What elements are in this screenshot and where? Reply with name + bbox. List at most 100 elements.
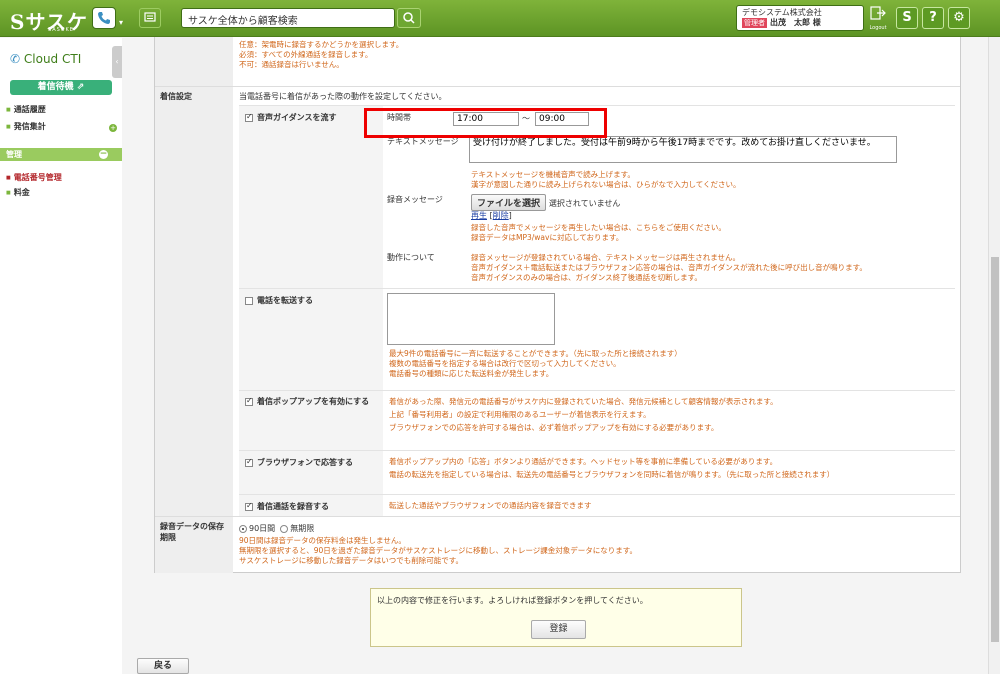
- text-message-notes: テキストメッセージを機械音声で読み上げます。 漢字が意図した通りに読み上げられな…: [471, 170, 741, 190]
- expand-icon[interactable]: +: [109, 124, 117, 132]
- register-button[interactable]: 登録: [531, 620, 586, 639]
- incoming-popup-checkbox-label[interactable]: 着信ポップアップを有効にする: [245, 396, 369, 407]
- note-line: 音声ガイダンス＋電話転送またはブラウザフォン応答の場合は、音声ガイダンスが流れた…: [471, 263, 867, 272]
- search-button[interactable]: [397, 8, 421, 28]
- record-incoming-checkbox[interactable]: [245, 501, 253, 511]
- retention-unlimited-label[interactable]: 無期限: [290, 524, 314, 533]
- note-line: 電話の転送先を指定している場合は、転送先の電話番号とブラウザフォンを同時に着信が…: [389, 470, 835, 479]
- recorded-message-notes: 録音した音声でメッセージを再生したい場合は、こちらをご使用ください。 録音データ…: [471, 223, 726, 243]
- cti-phone-button[interactable]: [92, 7, 116, 29]
- phone-icon: [98, 12, 110, 24]
- note-line: 着信ポップアップ内の「応答」ボタンより通話ができます。ヘッドセット等を事前に準備…: [389, 457, 778, 466]
- logout-button[interactable]: Logout: [867, 5, 889, 31]
- confirm-message: 以上の内容で修正を行います。よろしければ登録ボタンを押してください。: [377, 596, 648, 605]
- retention-unlimited-radio[interactable]: [280, 524, 289, 533]
- sidebar-section-admin[interactable]: 管理 −: [0, 148, 122, 161]
- recorded-message-label: 録音メッセージ: [387, 195, 443, 204]
- top-bar: Sサスケ SASUKE ▾ サスケ全体から顧客検索 デモシステム株式会社 管理者…: [0, 0, 1000, 37]
- choose-file-button[interactable]: ファイルを選択: [471, 194, 547, 211]
- chevron-down-icon[interactable]: ▾: [119, 18, 123, 27]
- recording-mode-row: 任意：架電時に録音するかどうかを選択します。 必須：すべての外線通話を録音します…: [155, 37, 960, 87]
- sidebar-item-phone-number-management[interactable]: 電話番号管理: [6, 172, 62, 183]
- browserphone-checkbox[interactable]: [245, 457, 253, 467]
- call-transfer-block: 電話を転送する 最大9件の電話番号に一斉に転送することができます。（先に取った所…: [239, 288, 955, 390]
- user-info[interactable]: デモシステム株式会社 管理者 出茂 太郎 様: [736, 5, 864, 31]
- company-name: デモシステム株式会社: [742, 8, 822, 17]
- collapse-sidebar-button[interactable]: ‹: [112, 46, 122, 78]
- chat-icon[interactable]: [139, 8, 161, 28]
- note-line: 不可：通話録音は行いません。: [239, 60, 344, 69]
- call-transfer-label: 電話を転送する: [257, 296, 313, 305]
- transfer-notes: 最大9件の電話番号に一斉に転送することができます。（先に取った所と接続されます）…: [389, 349, 682, 379]
- voice-guidance-label: 音声ガイダンスを流す: [257, 113, 337, 122]
- incoming-popup-label-cell: 着信ポップアップを有効にする: [239, 391, 383, 450]
- note-line: 録音した音声でメッセージを再生したい場合は、こちらをご使用ください。: [471, 223, 726, 232]
- behavior-label: 動作について: [387, 253, 435, 262]
- role-badge: 管理者: [742, 18, 767, 28]
- status-standby-button[interactable]: 着信待機 ⇗: [10, 80, 112, 95]
- note-line: 90日間は録音データの保存料金は発生しません。: [239, 536, 406, 545]
- gear-icon[interactable]: ⚙: [948, 7, 970, 29]
- play-delete-links: 再生 [削除]: [471, 211, 512, 220]
- transfer-numbers-textarea[interactable]: [387, 293, 555, 345]
- user-name: 出茂 太郎 様: [770, 18, 821, 27]
- logout-icon: [870, 6, 886, 20]
- note-line: 必須：すべての外線通話を録音します。: [239, 50, 373, 59]
- recording-mode-notes: 任意：架電時に録音するかどうかを選択します。 必須：すべての外線通話を録音します…: [239, 40, 403, 70]
- help-icon[interactable]: ?: [922, 7, 944, 29]
- search-icon: [403, 12, 415, 24]
- page-scrollbar[interactable]: [988, 37, 1000, 674]
- retention-row: 録音データの保存 期限 90日間 無期限 90日間は録音データの保存料金は発生し…: [155, 517, 960, 573]
- call-transfer-checkbox-label[interactable]: 電話を転送する: [245, 295, 313, 306]
- sidebar-item-call-stats[interactable]: 発信集計: [6, 121, 46, 132]
- scrollbar-thumb[interactable]: [991, 257, 999, 642]
- incoming-settings-desc: 当電話番号に着信があった際の動作を設定してください。: [239, 92, 447, 101]
- retention-label-line1: 録音データの保存: [160, 522, 224, 531]
- sidebar-item-call-history[interactable]: 通話履歴: [6, 104, 46, 115]
- retention-notes: 90日間は録音データの保存料金は発生しません。 無期限を選択すると、90日を過ぎ…: [239, 536, 637, 566]
- note-line: テキストメッセージを機械音声で読み上げます。: [471, 170, 635, 179]
- delete-link[interactable]: 削除: [493, 211, 509, 220]
- incoming-popup-label: 着信ポップアップを有効にする: [257, 397, 370, 406]
- confirm-box: 以上の内容で修正を行います。よろしければ登録ボタンを押してください。 登録: [370, 588, 742, 647]
- note-line: 任意：架電時に録音するかどうかを選択します。: [239, 40, 404, 49]
- status-label: 着信待機: [37, 82, 74, 92]
- time-range-highlight: [364, 108, 607, 138]
- call-transfer-checkbox[interactable]: [245, 296, 253, 305]
- popout-icon: ⇗: [76, 82, 85, 92]
- sidebar: ✆ Cloud CTI ‹ 着信待機 ⇗ 通話履歴 発信集計 + 管理 − 電話番…: [0, 38, 122, 674]
- record-incoming-note: 転送した通話やブラウザフォンでの通話内容を録音できます: [389, 501, 592, 510]
- sidebar-item-billing[interactable]: 料金: [6, 187, 30, 198]
- browserphone-checkbox-label[interactable]: ブラウザフォンで応答する: [245, 457, 353, 468]
- play-link[interactable]: 再生: [471, 211, 487, 220]
- voice-guidance-checkbox[interactable]: [245, 112, 253, 122]
- browserphone-label: ブラウザフォンで応答する: [257, 458, 353, 467]
- incoming-settings-label: 着信設定: [155, 87, 233, 516]
- note-line: 漢字が意図した通りに読み上げられない場合は、ひらがなで入力してください。: [471, 180, 741, 189]
- note-line: 最大9件の電話番号に一斉に転送することができます。（先に取った所と接続されます）: [389, 349, 682, 358]
- browserphone-notes: 着信ポップアップ内の「応答」ボタンより通話ができます。ヘッドセット等を事前に準備…: [389, 457, 834, 480]
- incoming-popup-block: 着信ポップアップを有効にする 着信があった際、発信元の電話番号がサスケ内に登録さ…: [239, 390, 955, 450]
- behavior-notes: 録音メッセージが登録されている場合、テキストメッセージは再生されません。 音声ガ…: [471, 253, 867, 283]
- call-transfer-label-cell: 電話を転送する: [239, 289, 383, 390]
- incoming-popup-checkbox[interactable]: [245, 396, 253, 406]
- retention-90days-radio[interactable]: [239, 524, 247, 533]
- retention-label-cell: 録音データの保存 期限: [155, 517, 233, 573]
- retention-90days-label[interactable]: 90日間: [249, 524, 275, 533]
- record-incoming-checkbox-label[interactable]: 着信通話を録音する: [245, 501, 329, 512]
- customer-search-input[interactable]: サスケ全体から顧客検索: [181, 8, 395, 28]
- text-message-textarea[interactable]: 受け付けが終了しました。受付は午前9時から午後17時までです。改めてお掛け直しく…: [469, 136, 897, 163]
- logo-subtitle: SASUKE: [48, 27, 74, 33]
- record-incoming-label: 着信通話を録音する: [257, 502, 329, 511]
- incoming-popup-notes: 着信があった際、発信元の電話番号がサスケ内に登録されていた場合、発信元候補として…: [389, 397, 778, 433]
- logout-label: Logout: [869, 25, 887, 31]
- collapse-icon[interactable]: −: [99, 150, 108, 159]
- file-select-area: ファイルを選択 選択されていません: [471, 194, 620, 211]
- back-button[interactable]: 戻る: [137, 658, 189, 674]
- sasuke-icon-button[interactable]: S: [896, 7, 918, 29]
- record-incoming-label-cell: 着信通話を録音する: [239, 495, 383, 516]
- voice-guidance-label-cell: 音声ガイダンスを流す: [239, 106, 383, 288]
- phone-icon: ✆: [10, 52, 21, 66]
- voice-guidance-checkbox-label[interactable]: 音声ガイダンスを流す: [245, 112, 337, 123]
- incoming-settings-row: 着信設定 当電話番号に着信があった際の動作を設定してください。 音声ガイダンスを…: [155, 87, 960, 517]
